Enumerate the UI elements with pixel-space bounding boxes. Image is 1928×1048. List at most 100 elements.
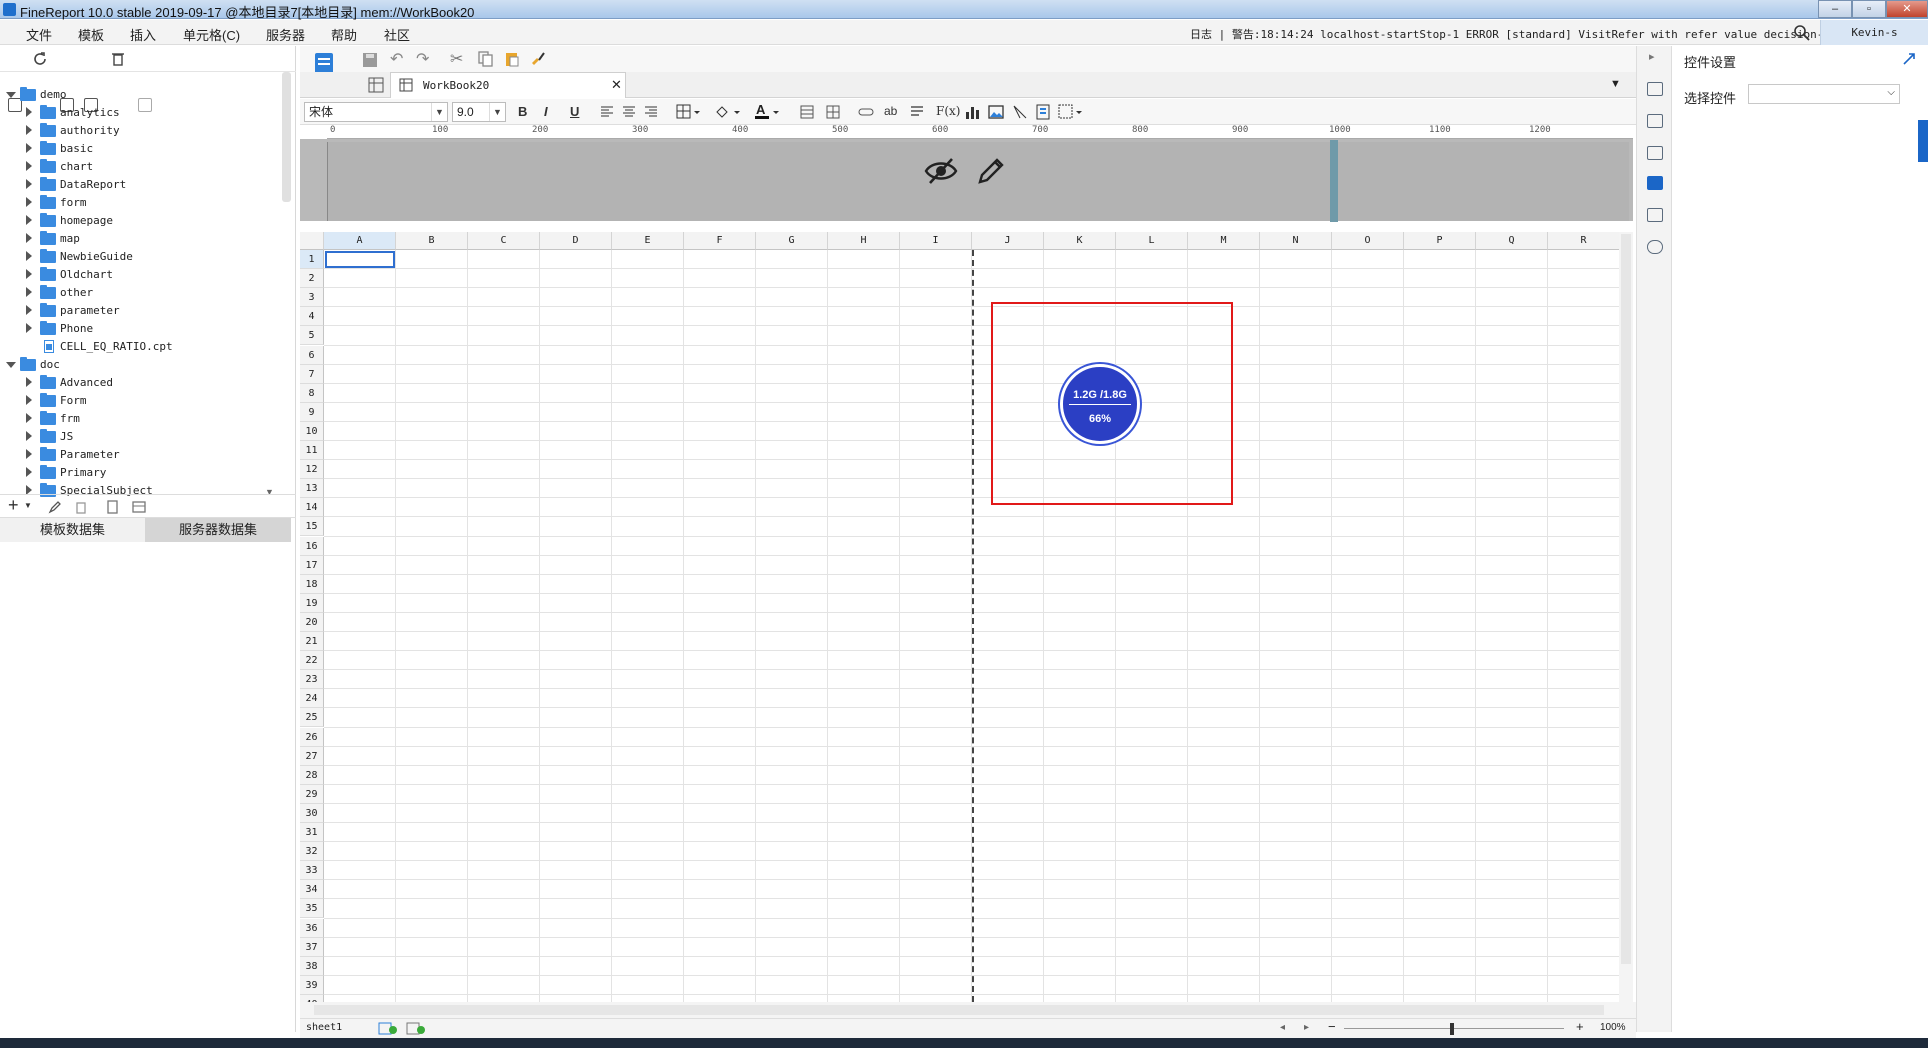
hyperlink-icon[interactable] [1647, 240, 1663, 254]
menu-file[interactable]: 文件 [26, 25, 52, 44]
tree-folder-item[interactable]: demo [0, 86, 280, 104]
formula-button[interactable]: F(x) [936, 104, 960, 118]
collapsed-arrow-icon[interactable] [26, 161, 32, 171]
column-header[interactable]: K [1044, 232, 1116, 250]
column-header[interactable]: C [468, 232, 540, 250]
row-header[interactable]: 12 [300, 460, 324, 480]
collapsed-arrow-icon[interactable] [26, 143, 32, 153]
link-icon[interactable] [858, 107, 874, 117]
row-header[interactable]: 17 [300, 555, 324, 575]
fill-color-icon[interactable] [714, 104, 742, 120]
row-header[interactable]: 11 [300, 441, 324, 461]
select-widget-dropdown[interactable]: ⌵ [1748, 84, 1900, 104]
widget-settings-icon[interactable] [1647, 176, 1663, 190]
zoom-out-icon[interactable]: − [1328, 1019, 1336, 1034]
font-name-select[interactable]: 宋体 ▼ [304, 102, 448, 122]
horizontal-scroll-thumb[interactable] [314, 1005, 1604, 1015]
align-left-icon[interactable] [600, 106, 614, 118]
row-header[interactable]: 39 [300, 975, 324, 995]
row-header[interactable]: 15 [300, 517, 324, 537]
slash-icon[interactable] [1012, 104, 1028, 120]
image-icon[interactable] [988, 104, 1004, 120]
row-header[interactable]: 22 [300, 651, 324, 671]
user-button[interactable]: Kevin-s [1820, 20, 1928, 45]
delete-dataset-icon[interactable] [74, 500, 88, 514]
font-color-icon[interactable]: A [754, 102, 782, 122]
menu-community[interactable]: 社区 [384, 25, 410, 44]
split-cells-icon[interactable] [826, 105, 840, 119]
row-header[interactable]: 33 [300, 861, 324, 881]
row-header[interactable]: 20 [300, 612, 324, 632]
tree-folder-item[interactable]: NewbieGuide [0, 248, 280, 266]
row-header[interactable]: 9 [300, 402, 324, 422]
column-header[interactable]: L [1116, 232, 1188, 250]
tree-folder-item[interactable]: other [0, 284, 280, 302]
add-report-sheet-icon[interactable] [406, 1022, 426, 1036]
tree-folder-item[interactable]: Advanced [0, 374, 280, 392]
tree-folder-item[interactable]: form [0, 194, 280, 212]
column-header[interactable]: A [324, 232, 396, 250]
row-header[interactable]: 24 [300, 689, 324, 709]
scroll-right-icon[interactable]: ▸ [1304, 1022, 1309, 1033]
column-header[interactable]: H [828, 232, 900, 250]
tab-close-icon[interactable]: ✕ [611, 77, 622, 93]
row-header[interactable]: 31 [300, 823, 324, 843]
expand-panel-icon[interactable] [1902, 52, 1916, 66]
select-all-corner[interactable] [300, 232, 324, 250]
add-dataset-icon[interactable]: + [8, 495, 19, 516]
condition-attr-icon[interactable] [1647, 208, 1663, 222]
tree-folder-item[interactable]: analytics [0, 104, 280, 122]
preview-icon[interactable] [106, 500, 120, 514]
column-header[interactable]: I [900, 232, 972, 250]
pencil-edit-icon[interactable] [976, 156, 1006, 186]
row-header[interactable]: 5 [300, 326, 324, 346]
tree-file-item[interactable]: CELL_EQ_RATIO.cpt [0, 338, 280, 356]
tree-folder-item[interactable]: Parameter [0, 446, 280, 464]
zoom-slider-knob[interactable] [1450, 1023, 1454, 1035]
column-header[interactable]: B [396, 232, 468, 250]
menu-cell[interactable]: 单元格(C) [183, 25, 240, 44]
column-header[interactable]: G [756, 232, 828, 250]
collapsed-arrow-icon[interactable] [26, 377, 32, 387]
delete-icon[interactable] [110, 51, 126, 67]
search-icon[interactable] [1793, 24, 1811, 42]
row-header[interactable]: 29 [300, 784, 324, 804]
tree-folder-item[interactable]: chart [0, 158, 280, 176]
sheet-tab[interactable]: sheet1 [306, 1022, 342, 1033]
restore-button[interactable]: ▫ [1852, 0, 1886, 18]
sub-report-icon[interactable] [1036, 104, 1050, 120]
row-header[interactable]: 27 [300, 746, 324, 766]
row-header[interactable]: 21 [300, 632, 324, 652]
hide-eye-icon[interactable] [924, 156, 958, 186]
collapsed-arrow-icon[interactable] [26, 323, 32, 333]
undo-icon[interactable]: ↶ [390, 49, 403, 69]
collapsed-arrow-icon[interactable] [26, 431, 32, 441]
close-button[interactable]: ✕ [1886, 0, 1928, 18]
row-header[interactable]: 7 [300, 364, 324, 384]
frozen-icon[interactable] [1058, 104, 1084, 120]
tree-folder-item[interactable]: frm [0, 410, 280, 428]
format-painter-icon[interactable] [530, 51, 546, 67]
row-header[interactable]: 10 [300, 421, 324, 441]
log-status[interactable]: 日志 | 警告:18:14:24 localhost-startStop-1 E… [1190, 26, 1843, 42]
row-header[interactable]: 32 [300, 842, 324, 862]
refresh-icon[interactable] [32, 51, 48, 67]
row-header[interactable]: 16 [300, 536, 324, 556]
row-header[interactable]: 18 [300, 574, 324, 594]
add-sheet-icon[interactable] [378, 1022, 398, 1036]
tree-folder-item[interactable]: doc [0, 356, 280, 374]
tree-folder-item[interactable]: DataReport [0, 176, 280, 194]
zoom-slider[interactable] [1344, 1028, 1564, 1029]
row-header[interactable]: 8 [300, 383, 324, 403]
menu-help[interactable]: 帮助 [331, 25, 357, 44]
zoom-level[interactable]: 100% [1600, 1022, 1626, 1033]
row-header[interactable]: 40 [300, 994, 324, 1002]
column-header[interactable]: Q [1476, 232, 1548, 250]
dataset-settings-icon[interactable] [132, 500, 146, 514]
collapsed-arrow-icon[interactable] [26, 197, 32, 207]
tree-folder-item[interactable]: Phone [0, 320, 280, 338]
copy-cell-icon[interactable] [478, 51, 494, 67]
align-right-icon[interactable] [644, 106, 658, 118]
collapsed-arrow-icon[interactable] [26, 251, 32, 261]
row-header[interactable]: 37 [300, 937, 324, 957]
